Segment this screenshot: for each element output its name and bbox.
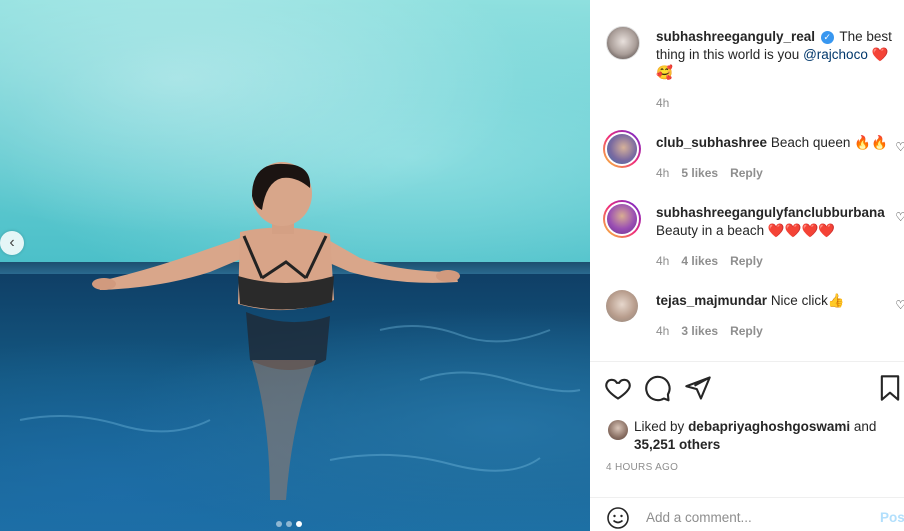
caption-meta: 4h xyxy=(656,96,669,110)
like-comment-heart-icon[interactable]: ♡ xyxy=(895,298,904,312)
like-comment-heart-icon[interactable]: ♡ xyxy=(895,210,904,224)
comment-username[interactable]: tejas_majmundar xyxy=(656,293,767,308)
emoji-icon[interactable] xyxy=(606,506,630,530)
comment-time: 4h xyxy=(656,324,670,338)
comment-meta: 4h 3 likes Reply xyxy=(656,324,763,338)
comment-body: Beauty in a beach ❤️❤️❤️❤️ xyxy=(656,223,836,238)
comment-body: Beach queen 🔥🔥 xyxy=(770,135,888,150)
avatar[interactable] xyxy=(606,26,640,60)
likes-count[interactable]: 35,251 others xyxy=(634,437,720,452)
post-timestamp[interactable]: 4 HOURS AGO xyxy=(606,462,678,473)
mention-link[interactable]: @rajchoco xyxy=(803,47,868,62)
comment-likes[interactable]: 4 likes xyxy=(681,254,718,268)
comments-section: subhashreeganguly_real ✓ The best thing … xyxy=(590,0,904,362)
avatar[interactable] xyxy=(603,130,641,168)
comment-likes[interactable]: 3 likes xyxy=(681,324,718,338)
add-comment-bar: Add a comment... Post xyxy=(590,497,904,531)
carousel-dot-active xyxy=(296,521,302,527)
comment-meta: 4h 5 likes Reply xyxy=(656,166,763,180)
share-icon[interactable] xyxy=(684,374,712,402)
comment-username[interactable]: subhashreegangulyfanclubburbana xyxy=(656,205,885,220)
like-comment-heart-icon[interactable]: ♡ xyxy=(895,140,904,154)
comment-time: 4h xyxy=(656,166,670,180)
post-side-panel: subhashreeganguly_real ✓ The best thing … xyxy=(590,0,904,531)
caption-time: 4h xyxy=(656,96,670,110)
comment-likes[interactable]: 5 likes xyxy=(681,166,718,180)
carousel-dots xyxy=(276,521,302,527)
avatar[interactable] xyxy=(606,290,638,322)
comment-username[interactable]: club_subhashree xyxy=(656,135,767,150)
carousel-dot xyxy=(276,521,282,527)
comment-body: Nice click👍 xyxy=(770,293,845,308)
author-username[interactable]: subhashreeganguly_real xyxy=(656,29,815,44)
caption-text: subhashreeganguly_real ✓ The best thing … xyxy=(656,28,894,82)
comment-input[interactable]: Add a comment... xyxy=(646,510,752,525)
comment-icon[interactable] xyxy=(644,374,672,402)
reply-button[interactable]: Reply xyxy=(730,166,763,180)
liked-by-prefix: Liked by xyxy=(634,419,685,434)
post-comment-button[interactable]: Post xyxy=(880,510,904,525)
liker-username[interactable]: debapriyaghoshgoswami xyxy=(688,419,850,434)
verified-badge-icon: ✓ xyxy=(820,31,834,44)
chevron-left-icon[interactable]: ‹ xyxy=(0,231,24,255)
post-actions xyxy=(604,374,904,404)
comment-meta: 4h 4 likes Reply xyxy=(656,254,763,268)
likes-and: and xyxy=(853,419,877,434)
comment-text: tejas_majmundar Nice click👍 xyxy=(656,292,894,310)
carousel-dot xyxy=(286,521,292,527)
liker-avatar[interactable] xyxy=(608,420,628,440)
reply-button[interactable]: Reply xyxy=(730,324,763,338)
woman-in-pool xyxy=(19,162,581,500)
reply-button[interactable]: Reply xyxy=(730,254,763,268)
comment-text: club_subhashree Beach queen 🔥🔥 xyxy=(656,134,894,152)
post-photo[interactable]: ‹ xyxy=(0,0,590,531)
bookmark-icon[interactable] xyxy=(876,374,904,402)
heart-icon[interactable] xyxy=(604,374,632,402)
comment-text: subhashreegangulyfanclubburbana Beauty i… xyxy=(656,204,894,240)
comment-time: 4h xyxy=(656,254,670,268)
avatar[interactable] xyxy=(603,200,641,238)
likes-text: Liked by debapriyaghoshgoswami and 35,25… xyxy=(634,418,876,454)
